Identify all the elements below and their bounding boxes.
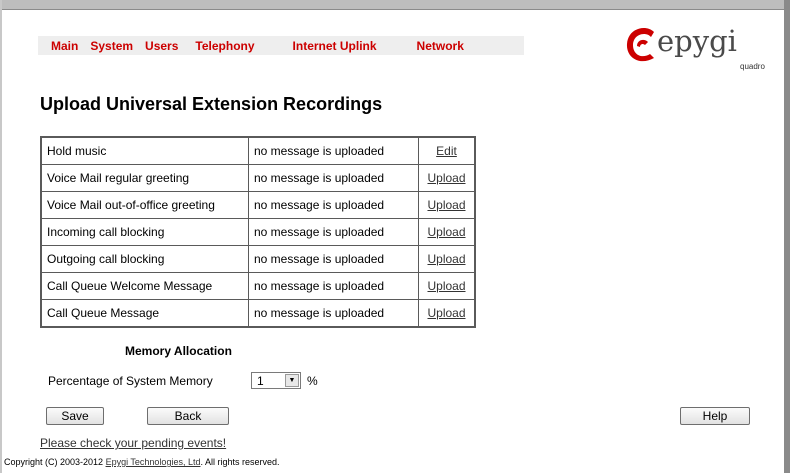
recording-action-cell: Edit — [418, 136, 476, 165]
recording-status: no message is uploaded — [248, 191, 419, 219]
upload-link[interactable]: Upload — [427, 306, 465, 320]
menu-item-internet-uplink[interactable]: Internet Uplink — [293, 39, 377, 53]
recording-status: no message is uploaded — [248, 164, 419, 192]
table-row: Incoming call blocking no message is uplo… — [40, 218, 476, 246]
recording-name: Voice Mail regular greeting — [40, 164, 249, 192]
table-row: Outgoing call blocking no message is uplo… — [40, 245, 476, 273]
pending-events-link[interactable]: Please check your pending events! — [40, 436, 226, 450]
help-button[interactable]: Help — [680, 407, 750, 425]
upload-link[interactable]: Upload — [427, 279, 465, 293]
window-right-border — [784, 0, 790, 473]
copyright-notice: Copyright (C) 2003-2012 Epygi Technologi… — [4, 457, 280, 467]
menu-item-users[interactable]: Users — [145, 39, 178, 53]
recording-status: no message is uploaded — [248, 218, 419, 246]
recording-action-cell: Upload — [418, 218, 476, 246]
window-left-border — [0, 0, 2, 473]
memory-percentage-select[interactable]: 1 ▼ — [251, 372, 301, 389]
save-button[interactable]: Save — [46, 407, 104, 425]
recording-status: no message is uploaded — [248, 299, 419, 328]
back-button[interactable]: Back — [147, 407, 229, 425]
menu-item-system[interactable]: System — [90, 39, 133, 53]
recording-name: Outgoing call blocking — [40, 245, 249, 273]
logo-swoosh-icon — [626, 28, 654, 62]
copyright-prefix: Copyright (C) 2003-2012 — [4, 457, 106, 467]
recording-status: no message is uploaded — [248, 136, 419, 165]
main-menu-bar: Main System Users Telephony Internet Upl… — [38, 36, 524, 55]
logo-subtitle: quadro — [740, 62, 765, 71]
recording-action-cell: Upload — [418, 245, 476, 273]
table-row: Hold music no message is uploaded Edit — [40, 136, 476, 165]
page-title: Upload Universal Extension Recordings — [40, 94, 383, 114]
recording-status: no message is uploaded — [248, 272, 419, 300]
upload-link[interactable]: Upload — [427, 198, 465, 212]
upload-link[interactable]: Upload — [427, 225, 465, 239]
recording-name: Voice Mail out-of-office greeting — [40, 191, 249, 219]
recording-name: Incoming call blocking — [40, 218, 249, 246]
memory-percentage-value: 1 — [257, 374, 264, 388]
window-top-border — [0, 0, 790, 10]
table-row: Call Queue Welcome Message no message is … — [40, 272, 476, 300]
recordings-table: Hold music no message is uploaded Edit Voic… — [40, 136, 476, 328]
recording-action-cell: Upload — [418, 191, 476, 219]
table-row: Voice Mail out-of-office greeting no mess… — [40, 191, 476, 219]
recording-action-cell: Upload — [418, 299, 476, 328]
copyright-suffix: . All rights reserved. — [200, 457, 280, 467]
recording-status: no message is uploaded — [248, 245, 419, 273]
menu-item-network[interactable]: Network — [417, 39, 464, 53]
recording-action-cell: Upload — [418, 272, 476, 300]
memory-percentage-unit: % — [307, 374, 318, 388]
table-row: Voice Mail regular greeting no message is… — [40, 164, 476, 192]
recording-action-cell: Upload — [418, 164, 476, 192]
menu-item-main[interactable]: Main — [51, 39, 78, 53]
upload-link[interactable]: Upload — [427, 171, 465, 185]
memory-percentage-label: Percentage of System Memory — [48, 374, 213, 388]
logo-wordmark: epygi — [657, 24, 737, 58]
menu-item-telephony[interactable]: Telephony — [195, 39, 254, 53]
epygi-logo: epygi quadro — [624, 24, 765, 76]
dropdown-arrow-icon[interactable]: ▼ — [285, 374, 299, 387]
recording-name: Call Queue Welcome Message — [40, 272, 249, 300]
upload-link[interactable]: Upload — [427, 252, 465, 266]
memory-allocation-heading: Memory Allocation — [125, 344, 232, 358]
edit-link[interactable]: Edit — [436, 144, 457, 158]
table-row: Call Queue Message no message is uploaded… — [40, 299, 476, 328]
recording-name: Hold music — [40, 136, 249, 165]
recording-name: Call Queue Message — [40, 299, 249, 328]
epygi-link[interactable]: Epygi Technologies, Ltd — [106, 457, 201, 467]
